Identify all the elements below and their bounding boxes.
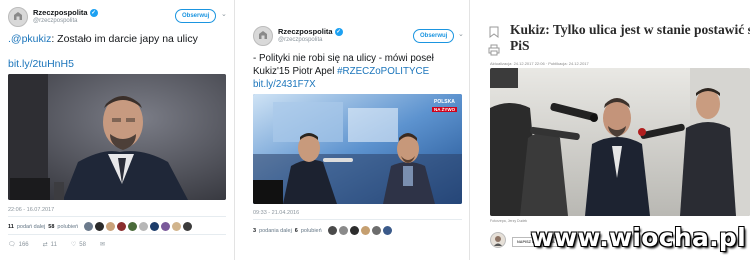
likes-count[interactable]: 6	[295, 228, 298, 234]
tweet-stats: 3 podania dalej 6 polubień	[253, 226, 392, 235]
like-button[interactable]: ♡ 58	[70, 241, 86, 249]
tweet-stats: 11 podań dalej 58 polubień	[8, 222, 193, 231]
chevron-down-icon[interactable]: ⌄	[221, 10, 227, 18]
liker-avatar[interactable]	[360, 226, 370, 235]
retweet-button[interactable]: ⇄ 11	[42, 241, 57, 249]
divider	[8, 234, 226, 235]
verified-icon: ✓	[89, 9, 98, 18]
liker-avatar[interactable]	[327, 226, 337, 235]
watermark: www.wiocha.pl	[530, 223, 746, 252]
tweet-link[interactable]: bit.ly/2431F7X	[253, 78, 316, 91]
article-title-line-2: PiS	[510, 38, 530, 53]
likers-avatars[interactable]	[84, 222, 193, 231]
tweet-actions: 🗨 166 ⇄ 11 ♡ 58 ✉	[8, 241, 105, 249]
tweet-text-line-1: - Polityki nie robi się na ulicy - mówi …	[253, 53, 434, 64]
tv-logo: POLSKA	[434, 99, 455, 105]
liker-avatar[interactable]	[161, 222, 171, 231]
liker-avatar[interactable]	[338, 226, 348, 235]
liker-avatar[interactable]	[150, 222, 160, 231]
retweet-icon: ⇄	[42, 242, 48, 248]
account-name[interactable]: Rzeczpospolita ✓	[278, 27, 343, 37]
account-handle[interactable]: @rzeczpospolita	[33, 18, 77, 24]
liker-avatar[interactable]	[84, 222, 94, 231]
verified-icon: ✓	[334, 28, 343, 37]
tweet-card-1: Rzeczpospolita ✓ @rzeczpospolita Obserwuj…	[0, 0, 235, 260]
rzeczpospolita-avatar[interactable]	[8, 7, 28, 27]
photo-caption: Fotorzepa, Jerzy Dudek	[490, 219, 528, 223]
print-icon[interactable]	[488, 44, 500, 56]
tweet-photo[interactable]	[8, 74, 226, 200]
liker-avatar[interactable]	[371, 226, 381, 235]
account-name[interactable]: Rzeczpospolita ✓	[33, 8, 98, 18]
chevron-down-icon[interactable]: ⌄	[458, 30, 464, 38]
likes-count[interactable]: 58	[48, 224, 54, 230]
liker-avatar[interactable]	[128, 222, 138, 231]
liker-avatar[interactable]	[95, 222, 105, 231]
liker-avatar[interactable]	[382, 226, 392, 235]
account-handle[interactable]: @rzeczpospolita	[278, 37, 322, 43]
message-button[interactable]: ✉	[100, 241, 105, 248]
tweet-text-line-2: Kukiz'15 Piotr Apel #RZECZoPOLITYCE	[253, 66, 430, 77]
tweet-timestamp[interactable]: 22:06 - 16.07.2017	[8, 207, 54, 213]
tweet-text: .@pkukiz: Zostało im darcie japy na ulic…	[8, 33, 198, 45]
envelope-icon: ✉	[99, 242, 106, 248]
mention-link[interactable]: .@pkukiz	[8, 33, 51, 45]
divider	[8, 216, 226, 217]
likers-avatars[interactable]	[327, 226, 392, 235]
liker-avatar[interactable]	[106, 222, 116, 231]
liker-avatar[interactable]	[139, 222, 149, 231]
author-avatar[interactable]	[490, 232, 506, 248]
rzeczpospolita-avatar[interactable]	[253, 26, 273, 46]
follow-button[interactable]: Obserwuj	[175, 9, 217, 23]
article-photo[interactable]	[490, 68, 750, 216]
reply-icon: 🗨	[8, 242, 16, 248]
article-dates: Aktualizacja: 24.12.2017 22:06 · Publika…	[490, 61, 589, 66]
tweet-link[interactable]: bit.ly/2tuHnH5	[8, 57, 74, 71]
tweet-photo[interactable]: POLSKA NA ŻYWO	[253, 94, 462, 204]
follow-button[interactable]: Obserwuj	[413, 29, 455, 43]
liker-avatar[interactable]	[172, 222, 182, 231]
live-badge: NA ŻYWO	[432, 107, 458, 112]
liker-avatar[interactable]	[349, 226, 359, 235]
divider	[253, 219, 462, 220]
heart-icon: ♡	[70, 242, 77, 248]
bookmark-icon[interactable]	[488, 26, 500, 38]
article-page: Kukiz: Tylko ulica jest w stanie postawi…	[482, 0, 750, 260]
article-title-line-1: Kukiz: Tylko ulica jest w stanie postawi…	[510, 22, 750, 37]
liker-avatar[interactable]	[183, 222, 193, 231]
reply-button[interactable]: 🗨 166	[8, 241, 29, 249]
tweet-card-2: Rzeczpospolita ✓ @rzeczpospolita Obserwuj…	[245, 0, 470, 260]
hashtag-link[interactable]: #RZECZoPOLITYCE	[337, 66, 429, 77]
tweet-timestamp[interactable]: 09:33 - 21.04.2016	[253, 210, 299, 216]
liker-avatar[interactable]	[117, 222, 127, 231]
retweets-count[interactable]: 11	[8, 224, 14, 230]
retweets-count[interactable]: 3	[253, 228, 256, 234]
